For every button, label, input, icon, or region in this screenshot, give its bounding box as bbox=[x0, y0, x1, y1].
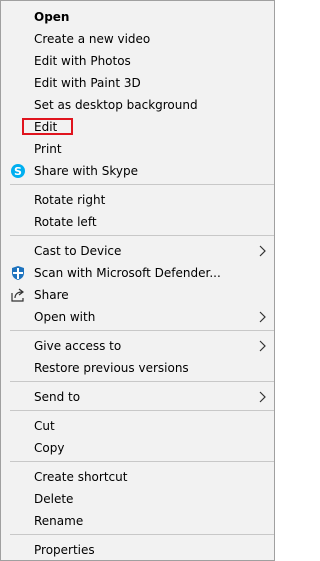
defender-shield-icon bbox=[10, 265, 26, 281]
menu-item-create-shortcut[interactable]: Create shortcut bbox=[1, 466, 274, 488]
menu-item-label: Print bbox=[34, 142, 62, 156]
menu-item-label: Copy bbox=[34, 441, 65, 455]
chevron-right-icon bbox=[258, 311, 266, 323]
chevron-right-icon bbox=[258, 391, 266, 403]
menu-item-send-to[interactable]: Send to bbox=[1, 386, 274, 408]
menu-item-set-desktop-background[interactable]: Set as desktop background bbox=[1, 94, 274, 116]
menu-item-label: Share bbox=[34, 288, 69, 302]
menu-item-label: Edit with Paint 3D bbox=[34, 76, 141, 90]
menu-item-open[interactable]: Open bbox=[1, 6, 274, 28]
menu-item-label: Cast to Device bbox=[34, 244, 122, 258]
menu-item-label: Give access to bbox=[34, 339, 122, 353]
menu-separator bbox=[10, 410, 274, 411]
menu-separator bbox=[10, 330, 274, 331]
menu-separator bbox=[10, 461, 274, 462]
menu-item-delete[interactable]: Delete bbox=[1, 488, 274, 510]
menu-item-properties[interactable]: Properties bbox=[1, 539, 274, 561]
skype-icon: S bbox=[10, 163, 26, 179]
menu-item-label: Share with Skype bbox=[34, 164, 138, 178]
menu-item-rotate-right[interactable]: Rotate right bbox=[1, 189, 274, 211]
menu-item-label: Create shortcut bbox=[34, 470, 128, 484]
menu-item-label: Set as desktop background bbox=[34, 98, 198, 112]
menu-item-label: Properties bbox=[34, 543, 95, 557]
menu-item-open-with[interactable]: Open with bbox=[1, 306, 274, 328]
menu-item-cut[interactable]: Cut bbox=[1, 415, 274, 437]
svg-text:S: S bbox=[14, 165, 22, 178]
chevron-right-icon bbox=[258, 245, 266, 257]
menu-item-give-access-to[interactable]: Give access to bbox=[1, 335, 274, 357]
menu-item-label: Open bbox=[34, 10, 70, 24]
menu-item-copy[interactable]: Copy bbox=[1, 437, 274, 459]
menu-item-label: Rotate left bbox=[34, 215, 97, 229]
context-menu: Open Create a new video Edit with Photos… bbox=[0, 0, 275, 561]
menu-item-restore-previous-versions[interactable]: Restore previous versions bbox=[1, 357, 274, 379]
menu-item-print[interactable]: Print bbox=[1, 138, 274, 160]
menu-separator bbox=[10, 534, 274, 535]
menu-item-share-with-skype[interactable]: S Share with Skype bbox=[1, 160, 274, 182]
edit-highlight-box bbox=[22, 118, 73, 135]
chevron-right-icon bbox=[258, 340, 266, 352]
menu-separator bbox=[10, 235, 274, 236]
menu-item-edit-with-photos[interactable]: Edit with Photos bbox=[1, 50, 274, 72]
menu-item-rotate-left[interactable]: Rotate left bbox=[1, 211, 274, 233]
menu-item-label: Create a new video bbox=[34, 32, 151, 46]
menu-item-label: Scan with Microsoft Defender... bbox=[34, 266, 221, 280]
menu-item-label: Cut bbox=[34, 419, 55, 433]
menu-item-label: Edit with Photos bbox=[34, 54, 131, 68]
menu-item-cast-to-device[interactable]: Cast to Device bbox=[1, 240, 274, 262]
menu-item-label: Open with bbox=[34, 310, 96, 324]
share-icon bbox=[10, 287, 26, 303]
menu-item-scan-with-defender[interactable]: Scan with Microsoft Defender... bbox=[1, 262, 274, 284]
menu-item-label: Rename bbox=[34, 514, 84, 528]
menu-item-edit-with-paint-3d[interactable]: Edit with Paint 3D bbox=[1, 72, 274, 94]
menu-item-label: Delete bbox=[34, 492, 74, 506]
menu-separator bbox=[10, 184, 274, 185]
menu-separator bbox=[10, 381, 274, 382]
menu-item-label: Restore previous versions bbox=[34, 361, 189, 375]
menu-item-label: Send to bbox=[34, 390, 81, 404]
menu-item-rename[interactable]: Rename bbox=[1, 510, 274, 532]
menu-item-share[interactable]: Share bbox=[1, 284, 274, 306]
menu-item-label: Rotate right bbox=[34, 193, 106, 207]
menu-item-create-video[interactable]: Create a new video bbox=[1, 28, 274, 50]
